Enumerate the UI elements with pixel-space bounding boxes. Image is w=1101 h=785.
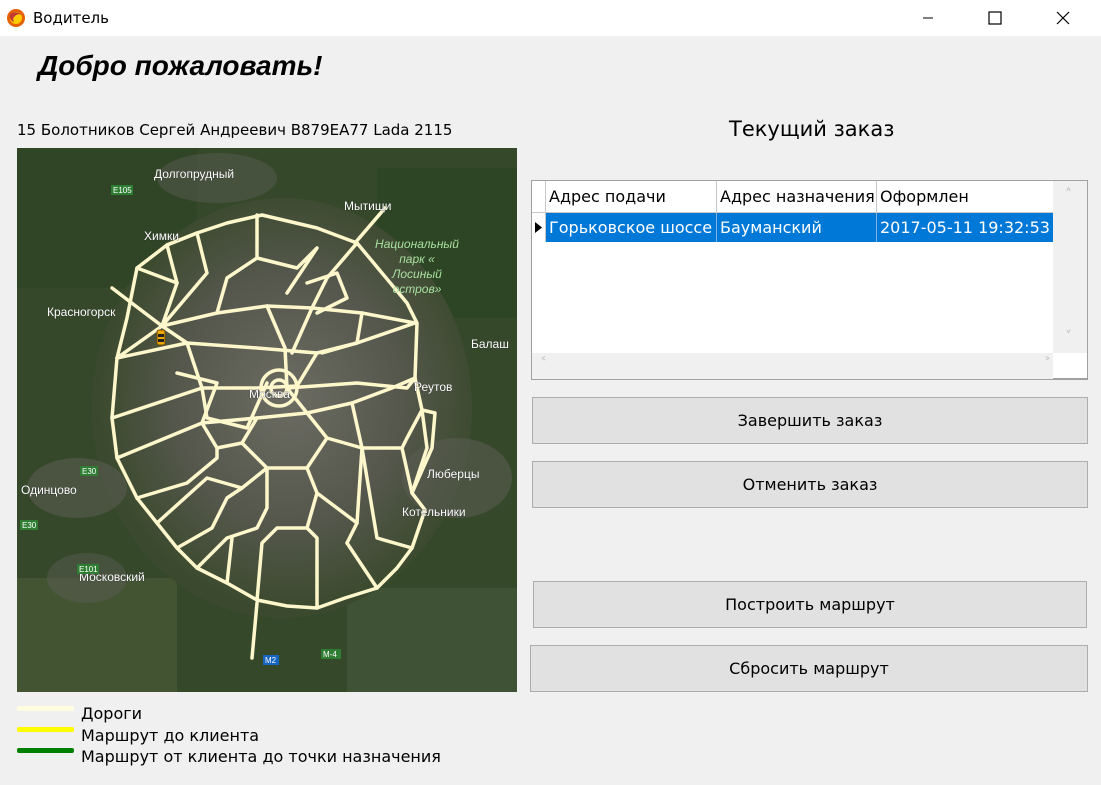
map-label: Красногорск (47, 305, 116, 319)
grid-header: Адрес подачи Адрес назначения Оформлен (532, 181, 1054, 213)
legend-to-destination-swatch (17, 748, 74, 753)
scroll-left-icon[interactable]: ˂ (540, 356, 547, 372)
maximize-button[interactable] (972, 0, 1018, 36)
road-badge: E101 (79, 565, 98, 574)
scroll-up-icon[interactable]: ˄ (1065, 187, 1072, 203)
road-badge: E30 (82, 467, 97, 476)
app-firefox-icon (6, 8, 26, 28)
order-grid[interactable]: Адрес подачи Адрес назначения Оформлен Г… (531, 180, 1088, 380)
column-header-created[interactable]: Оформлен (877, 181, 1054, 213)
city-map[interactable]: Долгопрудный Мытищи Химки Красногорск Ба… (17, 148, 517, 692)
grid-corner (532, 181, 546, 213)
finish-order-button[interactable]: Завершить заказ (532, 397, 1088, 444)
row-selector[interactable] (532, 213, 546, 242)
maximize-icon (988, 11, 1002, 25)
map-label: Лосиный (391, 267, 442, 281)
legend-to-client-swatch (17, 727, 74, 732)
column-header-destination[interactable]: Адрес назначения (717, 181, 877, 213)
current-order-title: Текущий заказ (729, 117, 895, 141)
map-label: остров» (393, 282, 442, 296)
title-bar: Водитель (0, 0, 1101, 36)
welcome-heading: Добро пожаловать! (38, 50, 323, 81)
map-label: Люберцы (427, 467, 479, 481)
window-title: Водитель (33, 9, 109, 27)
map-label: Одинцово (21, 483, 77, 497)
build-route-button[interactable]: Построить маршрут (533, 581, 1087, 628)
map-label: Долгопрудный (154, 167, 234, 181)
table-row[interactable]: Горьковское шоссе Бауманский 2017-05-11 … (532, 213, 1054, 242)
horizontal-scrollbar[interactable]: ˂ ˃ (532, 353, 1053, 379)
legend-to-client-label: Маршрут до клиента (81, 726, 260, 745)
map-label: парк « (399, 252, 435, 266)
vertical-scrollbar[interactable]: ˄ ˅ (1053, 181, 1087, 353)
map-label: Котельники (402, 505, 466, 519)
scroll-down-icon[interactable]: ˅ (1065, 329, 1072, 345)
map-label: Химки (144, 229, 179, 243)
map-label: Москва (249, 387, 290, 401)
close-icon (1056, 11, 1070, 25)
cancel-order-button[interactable]: Отменить заказ (532, 461, 1088, 508)
legend-roads-label: Дороги (81, 704, 143, 723)
cell-destination[interactable]: Бауманский (717, 213, 877, 242)
road-badge: M-4 (323, 650, 337, 659)
cell-pickup[interactable]: Горьковское шоссе (546, 213, 717, 242)
column-header-pickup[interactable]: Адрес подачи (546, 181, 717, 213)
road-badge: E30 (22, 521, 37, 530)
legend-to-destination-label: Маршрут от клиента до точки назначения (81, 747, 441, 766)
road-badge: E105 (113, 186, 132, 195)
close-button[interactable] (1040, 0, 1086, 36)
road-badge: M2 (265, 656, 277, 665)
row-pointer-icon (535, 222, 542, 233)
map-label: Реутов (414, 380, 452, 394)
driver-info-label: 15 Болотников Сергей Андреевич В879ЕА77 … (17, 121, 453, 139)
taxi-marker-icon (156, 329, 166, 346)
minimize-icon (923, 17, 933, 19)
map-label: Национальный (375, 237, 459, 251)
reset-route-button[interactable]: Сбросить маршрут (530, 645, 1088, 692)
minimize-button[interactable] (905, 0, 951, 36)
map-label: Балаш (471, 337, 509, 351)
legend-roads-swatch (17, 706, 74, 711)
cell-created[interactable]: 2017-05-11 19:32:53 (877, 213, 1054, 242)
scroll-right-icon[interactable]: ˃ (1044, 356, 1051, 372)
map-label: Мытищи (344, 199, 391, 213)
